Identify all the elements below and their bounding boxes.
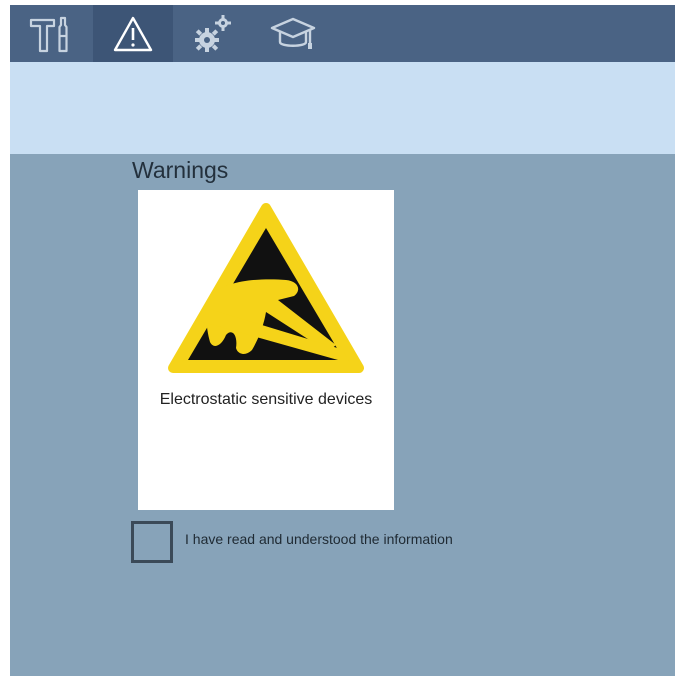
gears-icon [195,14,231,52]
acknowledgement[interactable]: I have read and understood the informati… [131,521,453,563]
app-frame: Warnings Electrostatic sensitive devices… [10,5,675,676]
acknowledge-checkbox[interactable] [131,521,173,563]
warning-card: Electrostatic sensitive devices [138,190,394,510]
tab-warnings[interactable] [93,5,173,62]
top-navigation [10,5,675,62]
warning-icon [113,16,153,51]
header-banner [10,62,675,154]
tab-tools[interactable] [10,5,90,62]
tools-icon [29,16,68,52]
section-title: Warnings [132,157,229,183]
tab-training[interactable] [253,5,333,62]
esd-warning-icon [168,203,364,373]
acknowledge-label[interactable]: I have read and understood the informati… [185,531,453,547]
warning-label: Electrostatic sensitive devices [159,391,373,408]
graduation-cap-icon [270,17,316,49]
tab-settings[interactable] [173,5,253,62]
